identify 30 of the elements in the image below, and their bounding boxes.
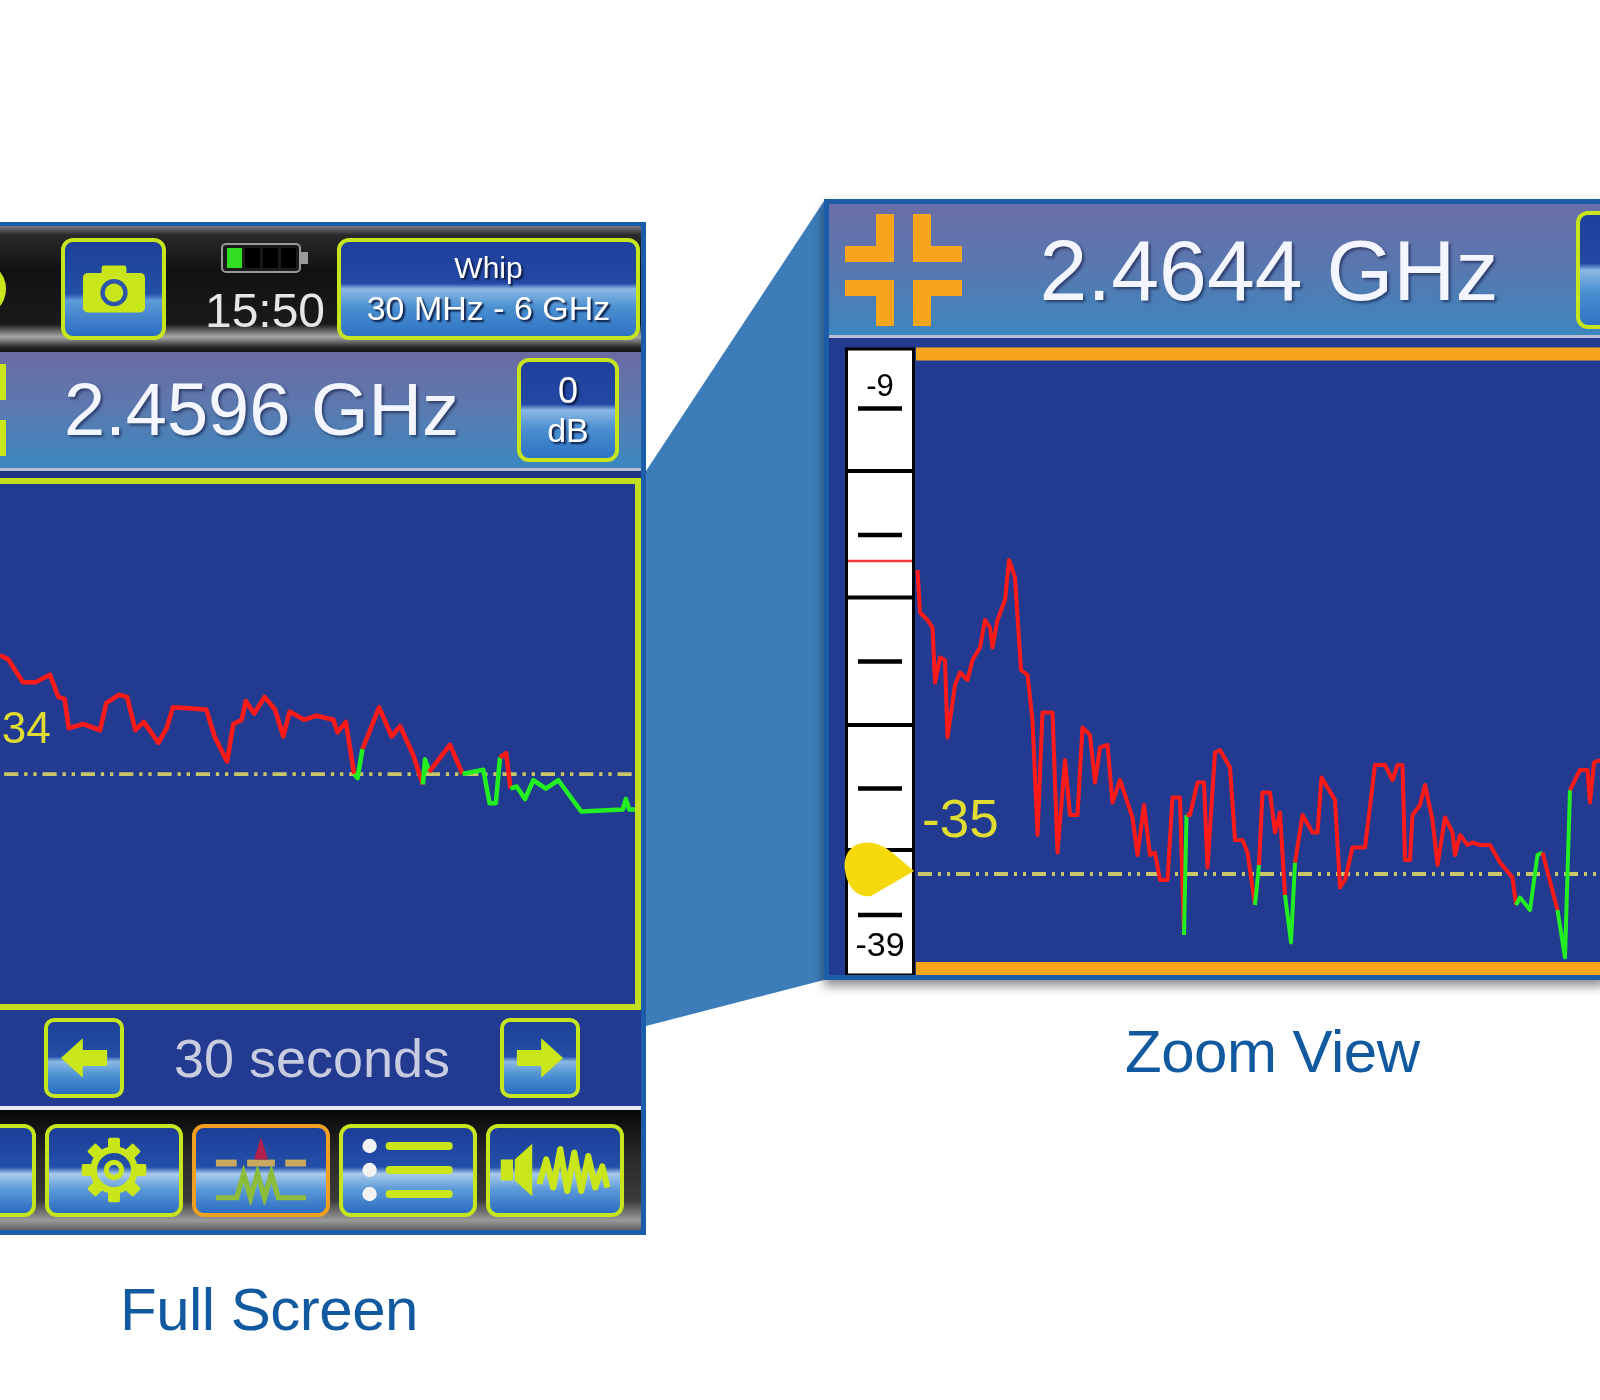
next-button[interactable] xyxy=(500,1018,580,1098)
caption: Zoom View xyxy=(1125,1022,1420,1082)
scale-label: -39 xyxy=(855,925,905,963)
frequency-readout: 2.4644 GHz xyxy=(1038,226,1500,313)
threshold-label: -35 xyxy=(922,788,999,848)
crosshair-icon xyxy=(845,213,962,326)
antenna-button[interactable]: Whip 30 MHz - 6 GHz xyxy=(337,238,640,340)
left-arrow-icon xyxy=(59,1036,109,1080)
battery-icon xyxy=(221,243,309,273)
marker-icon xyxy=(0,364,6,456)
toolbar-button[interactable] xyxy=(45,1123,183,1217)
camera-button[interactable] xyxy=(61,238,166,340)
time-span-label: 30 seconds xyxy=(172,1031,452,1085)
gain-button[interactable]: 0 dB xyxy=(517,358,619,462)
previous-button[interactable] xyxy=(44,1018,124,1098)
list-icon xyxy=(360,1137,456,1203)
clock-time: 15:50 xyxy=(204,287,326,335)
camera-icon xyxy=(82,265,145,313)
gear-icon xyxy=(80,1136,148,1204)
scale-label: -9 xyxy=(866,368,894,403)
frequency-readout: 2.4596 GHz xyxy=(63,373,460,447)
threshold-label: 34 xyxy=(1,702,51,752)
header-button[interactable] xyxy=(1576,210,1600,329)
toolbar-button[interactable] xyxy=(192,1123,330,1217)
caption: Full Screen xyxy=(120,1280,418,1340)
right-arrow-icon xyxy=(515,1036,565,1080)
threshold-handle[interactable] xyxy=(844,842,914,897)
toolbar-button[interactable] xyxy=(0,1123,36,1217)
toolbar-button[interactable] xyxy=(339,1123,477,1217)
toolbar-button[interactable] xyxy=(486,1123,624,1217)
